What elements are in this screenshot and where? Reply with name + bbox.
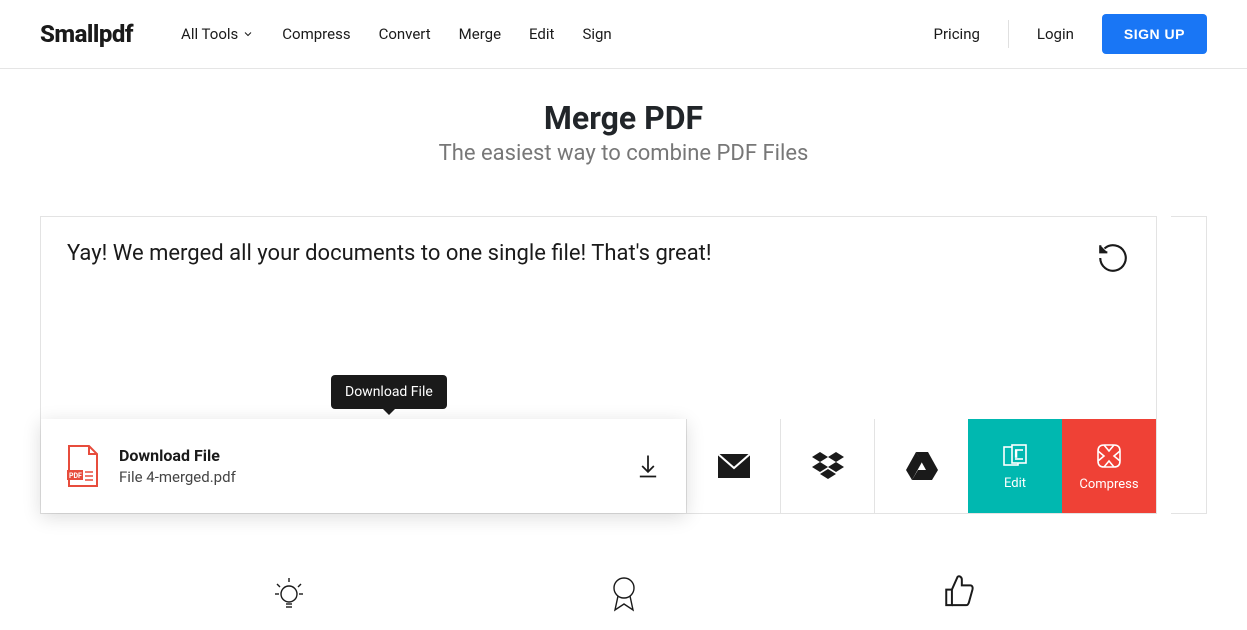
dropbox-icon: [812, 452, 844, 480]
nav-pricing[interactable]: Pricing: [934, 25, 980, 43]
compress-button[interactable]: Compress: [1062, 419, 1156, 513]
side-ad-panel: [1171, 216, 1207, 514]
main-nav: All Tools Compress Convert Merge Edit Si…: [181, 25, 933, 43]
result-message: Yay! We merged all your documents to one…: [67, 241, 1130, 266]
email-button[interactable]: [686, 419, 780, 513]
compress-label: Compress: [1079, 477, 1138, 492]
redo-icon: [1096, 241, 1130, 275]
nav-all-tools[interactable]: All Tools: [181, 25, 254, 43]
nav-all-tools-label: All Tools: [181, 25, 238, 43]
nav-login[interactable]: Login: [1037, 25, 1074, 43]
nav-divider: [1008, 20, 1009, 48]
edit-button[interactable]: I Edit: [968, 419, 1062, 513]
nav-merge[interactable]: Merge: [459, 25, 501, 43]
award-icon: [609, 574, 639, 614]
nav-convert[interactable]: Convert: [379, 25, 431, 43]
feature-award: [609, 574, 639, 614]
right-nav: Pricing Login SIGN UP: [934, 14, 1207, 54]
result-row: Yay! We merged all your documents to one…: [40, 216, 1207, 514]
feature-lightbulb: [271, 574, 307, 614]
chevron-down-icon: [242, 28, 254, 40]
gdrive-button[interactable]: [874, 419, 968, 513]
download-filename: File 4-merged.pdf: [119, 468, 634, 486]
download-text-block: Download File File 4-merged.pdf: [119, 446, 634, 486]
download-title: Download File: [119, 446, 634, 465]
page-subtitle: The easiest way to combine PDF Files: [0, 141, 1247, 166]
header: Smallpdf All Tools Compress Convert Merg…: [0, 0, 1247, 69]
action-row: Download File PDF Download File File 4-m…: [41, 419, 1156, 513]
download-tooltip: Download File: [331, 375, 447, 409]
download-card[interactable]: Download File PDF Download File File 4-m…: [41, 419, 686, 513]
compress-icon: [1094, 441, 1124, 471]
svg-text:I: I: [1015, 450, 1017, 459]
edit-label: Edit: [1004, 476, 1026, 491]
feature-thumbsup: [942, 574, 976, 614]
nav-sign[interactable]: Sign: [582, 25, 611, 43]
logo[interactable]: Smallpdf: [40, 20, 133, 48]
feature-row: [0, 574, 1247, 614]
gdrive-icon: [906, 452, 938, 480]
edit-icon: I: [1001, 442, 1029, 470]
nav-edit[interactable]: Edit: [529, 25, 554, 43]
nav-compress[interactable]: Compress: [282, 25, 350, 43]
lightbulb-icon: [271, 574, 307, 614]
signup-button[interactable]: SIGN UP: [1102, 14, 1207, 54]
svg-text:PDF: PDF: [69, 472, 82, 480]
page-title-block: Merge PDF The easiest way to combine PDF…: [0, 99, 1247, 166]
page-title: Merge PDF: [0, 99, 1247, 137]
download-icon[interactable]: [634, 452, 662, 480]
thumbsup-icon: [942, 574, 976, 608]
redo-button[interactable]: [1096, 241, 1130, 279]
dropbox-button[interactable]: [780, 419, 874, 513]
pdf-file-icon: PDF: [65, 444, 101, 488]
email-icon: [718, 454, 750, 478]
result-panel: Yay! We merged all your documents to one…: [40, 216, 1157, 514]
